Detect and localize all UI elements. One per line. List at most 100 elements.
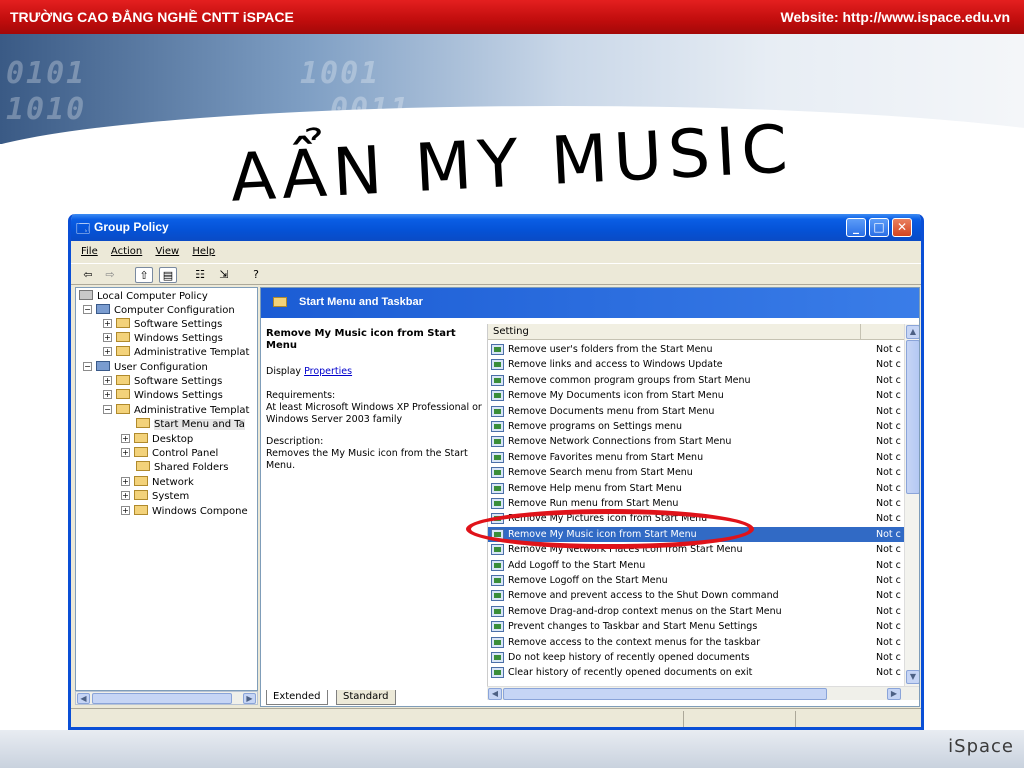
tree-node[interactable]: Shared Folders [136, 461, 229, 475]
collapse-icon[interactable]: − [103, 405, 112, 414]
expand-icon[interactable]: + [103, 390, 112, 399]
setting-row[interactable]: Remove Run menu from Start Menu Not c [488, 496, 904, 511]
tree-node[interactable]: + Windows Compone [121, 505, 248, 519]
scroll-left-icon[interactable]: ◀ [77, 693, 90, 704]
tree-node[interactable]: + Control Panel [121, 447, 218, 461]
menu-file[interactable]: File [81, 246, 98, 257]
expand-icon[interactable]: + [121, 434, 130, 443]
expand-icon[interactable]: + [121, 448, 130, 457]
setting-row[interactable]: Remove user's folders from the Start Men… [488, 342, 904, 357]
tree-toggle-icon[interactable]: ▤ [159, 267, 177, 283]
scroll-right-icon[interactable]: ▶ [243, 693, 256, 704]
expand-icon[interactable]: + [121, 506, 130, 515]
menu-view[interactable]: View [155, 246, 179, 257]
close-button[interactable]: ✕ [892, 218, 912, 237]
tree-node[interactable]: + System [121, 490, 189, 504]
tab-standard[interactable]: Standard [336, 690, 396, 705]
up-folder-icon[interactable]: ⇧ [135, 267, 153, 283]
column-divider[interactable] [860, 324, 862, 340]
expand-icon[interactable]: + [103, 376, 112, 385]
export-list-icon[interactable]: ⇲ [215, 267, 233, 283]
setting-row[interactable]: Remove Network Connections from Start Me… [488, 434, 904, 449]
expand-icon[interactable]: + [121, 477, 130, 486]
tree-node[interactable]: − Administrative Templat [103, 404, 249, 418]
description-text: Removes the My Music icon from the Start… [266, 448, 468, 471]
setting-row[interactable]: Remove and prevent access to the Shut Do… [488, 588, 904, 603]
menu-action[interactable]: Action [111, 246, 142, 257]
setting-row[interactable]: Add Logoff to the Start Menu Not c [488, 558, 904, 573]
setting-row[interactable]: Do not keep history of recently opened d… [488, 650, 904, 665]
column-header[interactable]: Setting [488, 324, 919, 340]
tab-extended[interactable]: Extended [266, 690, 328, 705]
scroll-up-icon[interactable]: ▲ [906, 325, 919, 339]
scroll-thumb[interactable] [906, 340, 919, 494]
back-arrow-icon[interactable]: ⇦ [79, 267, 97, 283]
minimize-button[interactable]: _ [846, 218, 866, 237]
setting-row[interactable]: Remove common program groups from Start … [488, 373, 904, 388]
setting-row[interactable]: Remove links and access to Windows Updat… [488, 357, 904, 372]
tree-label: User Configuration [114, 362, 208, 373]
folder-icon [116, 318, 130, 328]
setting-row[interactable]: Remove access to the context menus for t… [488, 635, 904, 650]
setting-row[interactable]: Prevent changes to Taskbar and Start Men… [488, 619, 904, 634]
setting-name: Remove access to the context menus for t… [508, 636, 761, 648]
expand-icon[interactable]: + [103, 319, 112, 328]
setting-row[interactable]: Remove Favorites menu from Start Menu Not… [488, 450, 904, 465]
tree-node[interactable]: − User Configuration [83, 361, 208, 375]
setting-name: Remove programs on Settings menu [508, 421, 683, 432]
binary-decoration: 1001 [300, 56, 381, 91]
slide-footer-bar: iSpace [0, 730, 1024, 768]
setting-row[interactable]: Clear history of recently opened documen… [488, 665, 904, 680]
settings-list[interactable]: Setting Remove user's folders from the S… [487, 324, 919, 686]
scroll-down-icon[interactable]: ▼ [906, 670, 919, 684]
setting-state: Not c [876, 467, 901, 479]
scroll-thumb[interactable] [92, 693, 232, 704]
expand-icon[interactable]: + [103, 333, 112, 342]
tree-horizontal-scrollbar[interactable]: ◀ ▶ [75, 691, 258, 705]
tree-node[interactable]: + Software Settings [103, 318, 222, 332]
setting-row[interactable]: Remove programs on Settings menu Not c [488, 419, 904, 434]
policy-tree[interactable]: Local Computer Policy − Computer Configur… [75, 287, 258, 691]
tree-node[interactable]: + Administrative Templat [103, 346, 249, 360]
setting-row[interactable]: Remove My Network Places icon from Start… [488, 542, 904, 557]
setting-row[interactable]: Remove My Documents icon from Start Menu… [488, 388, 904, 403]
expand-icon[interactable]: + [103, 347, 112, 356]
status-divider [795, 711, 796, 727]
tree-node[interactable]: + Windows Settings [103, 332, 223, 346]
setting-row[interactable]: Remove Search menu from Start Menu Not c [488, 465, 904, 480]
setting-name: Remove Favorites menu from Start Menu [508, 451, 704, 463]
tree-node[interactable]: − Computer Configuration [83, 304, 235, 318]
tree-node[interactable]: + Windows Settings [103, 389, 223, 403]
setting-row[interactable]: Remove Logoff on the Start Menu Not c [488, 573, 904, 588]
scroll-right-icon[interactable]: ▶ [887, 688, 901, 700]
tree-node-selected[interactable]: Start Menu and Ta [136, 418, 245, 432]
forward-arrow-icon[interactable]: ⇨ [101, 267, 119, 283]
properties-link[interactable]: Properties [304, 366, 352, 377]
setting-row[interactable]: Remove Drag-and-drop context menus on th… [488, 604, 904, 619]
setting-state: Not c [876, 482, 901, 494]
tree-node[interactable]: + Software Settings [103, 375, 222, 389]
tree-node[interactable]: Local Computer Policy [79, 290, 208, 304]
setting-row[interactable]: Remove My Pictures icon from Start Menu N… [488, 511, 904, 526]
policy-setting-icon [491, 544, 504, 556]
maximize-button[interactable]: □ [869, 218, 889, 237]
tree-label: Windows Settings [134, 333, 223, 344]
setting-row[interactable]: Remove Documents menu from Start Menu Not… [488, 404, 904, 419]
menu-help[interactable]: Help [192, 246, 215, 257]
setting-column-header[interactable]: Setting [493, 326, 529, 337]
policy-setting-icon [491, 451, 504, 463]
setting-row-selected[interactable]: Remove My Music icon from Start Menu Not … [488, 526, 904, 542]
collapse-icon[interactable]: − [83, 362, 92, 371]
collapse-icon[interactable]: − [83, 305, 92, 314]
tree-node[interactable]: + Desktop [121, 433, 193, 447]
setting-name: Do not keep history of recently opened d… [508, 652, 750, 663]
tree-node[interactable]: + Network [121, 476, 194, 490]
vertical-scrollbar[interactable]: ▲ ▼ [904, 324, 919, 686]
status-bar [71, 708, 921, 727]
folder-icon [134, 476, 148, 486]
setting-row[interactable]: Remove Help menu from Start Menu Not c [488, 481, 904, 496]
expand-icon[interactable]: + [121, 491, 130, 500]
properties-icon[interactable]: ☷ [191, 267, 209, 283]
help-icon[interactable]: ? [247, 267, 265, 283]
window-titlebar[interactable]: 🗔 Group Policy _ □ ✕ [71, 214, 921, 241]
